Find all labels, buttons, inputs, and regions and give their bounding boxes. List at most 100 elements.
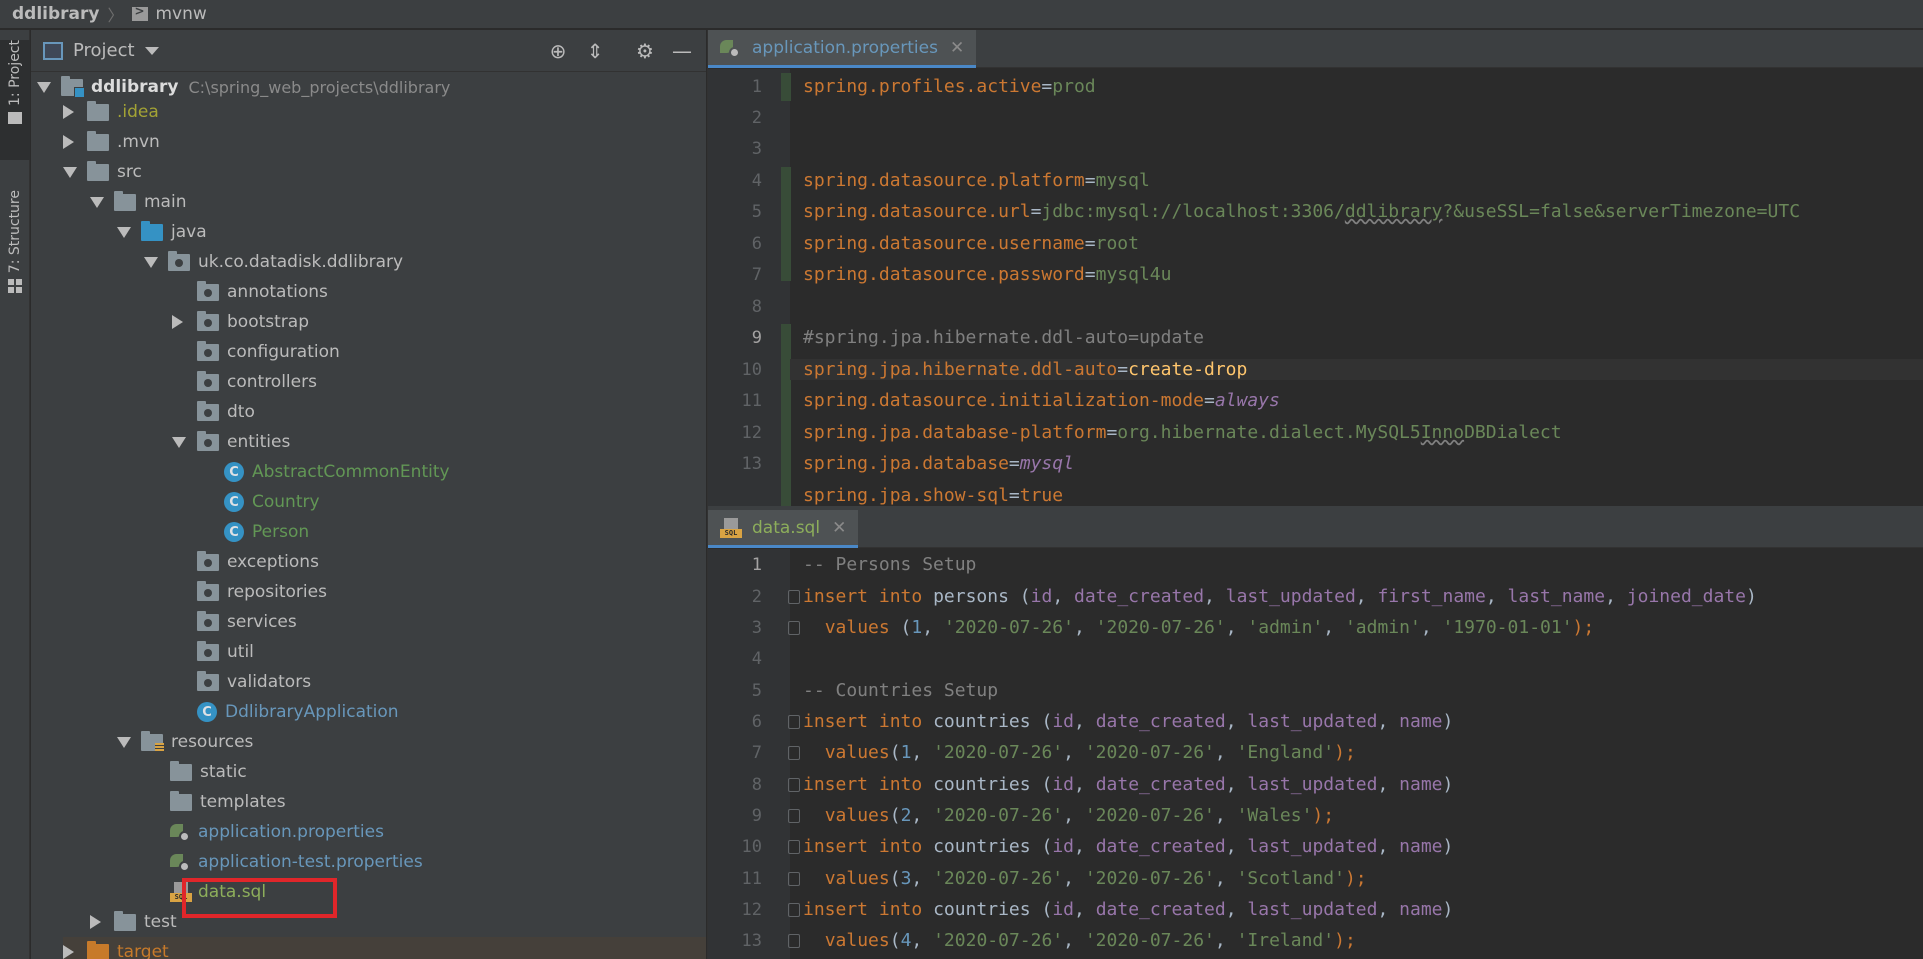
collapse-all-icon[interactable]: ⇕ [584, 39, 606, 63]
sql-editor[interactable]: 1 2 3 4 5 6 7 8 9 10 11 12 13 -- Persons… [708, 549, 1923, 959]
expand-arrow-icon[interactable] [117, 737, 131, 748]
collapsed-arrow-icon[interactable] [172, 315, 183, 329]
locate-icon[interactable]: ⊕ [547, 39, 569, 63]
tree-node-application-test-properties[interactable]: application-test.properties [170, 847, 423, 877]
tree-node-label: .idea [117, 102, 159, 122]
tree-node-application-properties[interactable]: application.properties [170, 817, 384, 847]
package-icon [197, 400, 219, 421]
line-number: 11 [741, 869, 762, 889]
code-line: values(4, '2020-07-26', '2020-07-26', 'I… [824, 930, 1356, 951]
tree-node-resources[interactable]: resources [117, 727, 253, 757]
tree-node-label: resources [171, 732, 254, 752]
tree-node-util[interactable]: util [197, 637, 254, 667]
tree-node-label: application-test.properties [198, 852, 423, 872]
tab-data-sql[interactable]: SQL data.sql ✕ [708, 510, 859, 548]
tree-node-person[interactable]: C Person [224, 517, 309, 547]
collapsed-arrow-icon[interactable] [63, 105, 74, 119]
tree-node-exceptions[interactable]: exceptions [197, 547, 319, 577]
tree-node-repositories[interactable]: repositories [197, 577, 327, 607]
tree-node-services[interactable]: services [197, 607, 297, 637]
expand-arrow-icon[interactable] [117, 227, 131, 238]
tree-node-label: validators [227, 672, 312, 692]
package-icon [197, 280, 219, 301]
fold-icon[interactable] [788, 715, 800, 729]
collapsed-arrow-icon[interactable] [90, 915, 101, 929]
tree-node-mvn[interactable]: .mvn [63, 127, 160, 157]
project-view-selector[interactable]: Project [73, 40, 135, 61]
collapsed-arrow-icon[interactable] [63, 945, 74, 959]
fold-icon[interactable] [788, 746, 800, 760]
tool-tab-project-label: 1: Project [7, 40, 23, 106]
collapsed-arrow-icon[interactable] [63, 135, 74, 149]
fold-icon[interactable] [788, 778, 800, 792]
fold-icon[interactable] [788, 934, 800, 948]
fold-icon[interactable] [788, 872, 800, 886]
package-icon [197, 640, 219, 661]
tree-node-ddlibrary-application[interactable]: C DdlibraryApplication [197, 697, 399, 727]
fold-icon[interactable] [788, 809, 800, 823]
gear-icon[interactable]: ⚙ [634, 39, 656, 63]
expand-arrow-icon[interactable] [37, 82, 51, 93]
line-number: 4 [751, 649, 762, 669]
tree-node-configuration[interactable]: configuration [197, 337, 340, 367]
fold-icon[interactable] [788, 903, 800, 917]
project-path: C:\spring_web_projects\ddlibrary [188, 77, 451, 97]
code-line: values(1, '2020-07-26', '2020-07-26', 'E… [824, 742, 1356, 763]
close-icon[interactable]: ✕ [832, 518, 846, 538]
package-icon [197, 610, 219, 631]
breadcrumb-file[interactable]: mvnw [156, 4, 207, 24]
line-number: 3 [751, 618, 762, 638]
tree-node-templates[interactable]: templates [170, 787, 286, 817]
tree-node-src[interactable]: src [63, 157, 142, 187]
tree-node-country[interactable]: C Country [224, 487, 320, 517]
source-folder-icon [141, 220, 163, 241]
properties-editor[interactable]: 1 2 3 4 5 6 7 8 9 10 11 12 13 spring.pro… [708, 69, 1923, 519]
hide-panel-icon[interactable]: — [671, 39, 693, 63]
tree-node-static[interactable]: static [170, 757, 247, 787]
vcs-change-marker [781, 167, 791, 281]
code-line-current: spring.jpa.hibernate.ddl-auto=create-dro… [790, 359, 1923, 380]
line-number: 6 [751, 234, 762, 254]
breadcrumb-project[interactable]: ddlibrary [12, 4, 99, 24]
tree-node-main[interactable]: main [90, 187, 186, 217]
fold-icon[interactable] [788, 840, 800, 854]
line-number: 9 [751, 328, 762, 348]
tree-node-test[interactable]: test [90, 907, 177, 937]
folder-icon [87, 100, 109, 121]
tree-node-controllers[interactable]: controllers [197, 367, 317, 397]
expand-arrow-icon[interactable] [172, 437, 186, 448]
folder-icon [114, 910, 136, 931]
tool-tab-structure[interactable]: 7: Structure [0, 190, 30, 310]
fold-icon[interactable] [788, 590, 800, 604]
chevron-down-icon[interactable] [144, 46, 159, 55]
code-line: #spring.jpa.hibernate.ddl-auto=update [803, 327, 1204, 348]
tree-node-bootstrap[interactable]: bootstrap [172, 307, 309, 337]
line-number: 13 [741, 931, 762, 951]
tree-node-dto[interactable]: dto [197, 397, 255, 427]
tree-node-java[interactable]: java [117, 217, 207, 247]
tree-node-package[interactable]: uk.co.datadisk.ddlibrary [144, 247, 403, 277]
tree-node-annotations[interactable]: annotations [197, 277, 328, 307]
expand-arrow-icon[interactable] [90, 197, 104, 208]
close-icon[interactable]: ✕ [950, 38, 964, 58]
code-line: insert into countries (id, date_created,… [803, 711, 1454, 732]
tree-node-validators[interactable]: validators [197, 667, 311, 697]
tree-node-entities[interactable]: entities [172, 427, 290, 457]
class-icon: C [224, 522, 244, 542]
folder-icon [87, 130, 109, 151]
tool-tab-project[interactable]: 1: Project [0, 40, 30, 160]
tree-node-abstract-common-entity[interactable]: C AbstractCommonEntity [224, 457, 450, 487]
fold-icon[interactable] [788, 621, 800, 635]
code-line: spring.datasource.initialization-mode=al… [803, 390, 1280, 411]
tree-node-label: entities [227, 432, 291, 452]
tab-application-properties[interactable]: application.properties ✕ [708, 30, 977, 68]
tree-node-idea[interactable]: .idea [63, 97, 159, 127]
tree-node-label: templates [200, 792, 286, 812]
tree-node-label: bootstrap [227, 312, 309, 332]
project-tree: ddlibrary C:\spring_web_projects\ddlibra… [31, 72, 706, 959]
code-line: insert into countries (id, date_created,… [803, 836, 1454, 857]
tree-node-target[interactable]: target [63, 937, 706, 959]
line-number: 8 [751, 297, 762, 317]
expand-arrow-icon[interactable] [144, 257, 158, 268]
expand-arrow-icon[interactable] [63, 167, 77, 178]
